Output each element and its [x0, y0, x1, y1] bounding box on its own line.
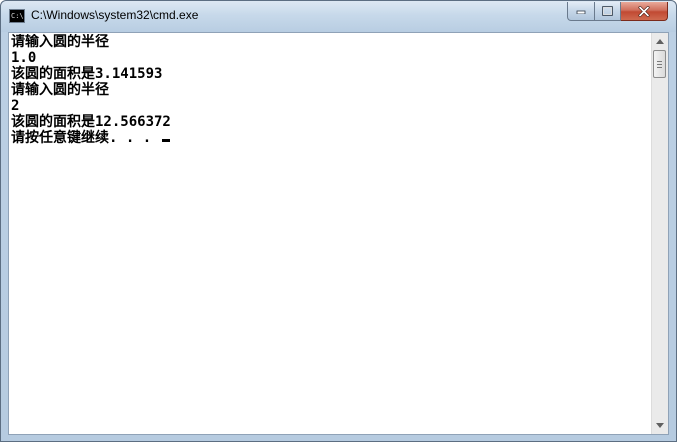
text-cursor: [161, 139, 170, 142]
console-line: 请输入圆的半径: [11, 82, 109, 98]
chevron-down-icon: [656, 423, 664, 428]
close-icon: [638, 5, 650, 17]
console-client-area[interactable]: 请输入圆的半径 1.0 该圆的面积是3.141593 请输入圆的半径 2 该圆的…: [8, 32, 669, 435]
scroll-down-button[interactable]: [652, 417, 668, 434]
console-line: 请输入圆的半径: [11, 34, 109, 50]
thumb-grip: [657, 61, 662, 62]
window-title: C:\Windows\system32\cmd.exe: [31, 8, 199, 22]
maximize-button[interactable]: [595, 2, 621, 21]
chevron-up-icon: [656, 39, 664, 44]
thumb-grip: [657, 67, 662, 68]
scroll-up-button[interactable]: [652, 33, 668, 50]
scroll-thumb[interactable]: [653, 50, 666, 78]
minimize-icon: [576, 10, 586, 14]
thumb-grip: [657, 64, 662, 65]
close-button[interactable]: [621, 2, 668, 21]
console-line: 2: [11, 98, 20, 114]
console-line: 1.0: [11, 50, 37, 66]
console-output[interactable]: 请输入圆的半径 1.0 该圆的面积是3.141593 请输入圆的半径 2 该圆的…: [11, 34, 651, 432]
vertical-scrollbar[interactable]: [651, 33, 668, 434]
console-line-prompt: 请按任意键继续. . .: [11, 130, 651, 146]
cmd-window: C:\ C:\Windows\system32\cmd.exe 请输入圆的半径 …: [0, 0, 677, 442]
minimize-button[interactable]: [567, 2, 595, 21]
console-line: 该圆的面积是12.566372: [11, 114, 171, 130]
cmd-app-icon[interactable]: C:\: [9, 9, 25, 23]
title-bar[interactable]: C:\ C:\Windows\system32\cmd.exe: [1, 1, 676, 32]
console-line: 该圆的面积是3.141593: [11, 66, 163, 82]
maximize-icon: [602, 6, 613, 16]
pause-prompt-text: 请按任意键继续. . .: [11, 130, 160, 146]
